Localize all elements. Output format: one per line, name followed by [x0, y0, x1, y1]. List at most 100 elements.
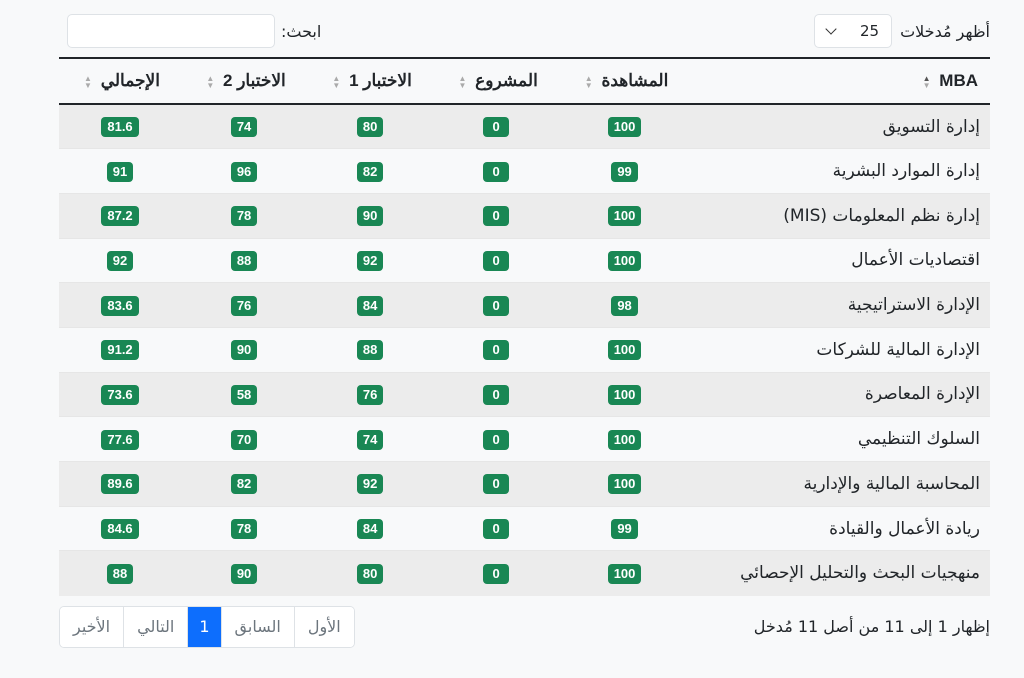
course-name: السلوك التنظيمي: [690, 416, 990, 462]
column-header-test1[interactable]: الاختبار 1 ▲ ▼: [307, 57, 434, 105]
table-body: إدارة التسويق 100 0 80 74 81.6 إدارة الم…: [59, 103, 990, 596]
first-page-button[interactable]: الأول: [294, 607, 354, 647]
test1-badge: 82: [356, 161, 384, 182]
total-badge: 89.6: [101, 474, 139, 495]
watch-badge: 100: [607, 474, 642, 495]
test1-badge: 80: [356, 117, 384, 138]
course-name: الإدارة الاستراتيجية: [690, 282, 990, 328]
test2-badge: 78: [230, 519, 258, 540]
project-badge: 0: [483, 117, 510, 138]
current-page-button[interactable]: 1: [188, 607, 222, 647]
test2-badge: 78: [230, 206, 258, 227]
column-header-label: الاختبار 1: [349, 71, 412, 90]
column-header-label: المشروع: [475, 71, 538, 90]
table-header-row: MBA ▲ ▼ المشاهدة ▲ ▼ المشروع ▲ ▼ الاختبار 1…: [59, 57, 990, 105]
project-badge: 0: [483, 295, 510, 316]
project-badge: 0: [483, 474, 510, 495]
table-row: الإدارة الاستراتيجية 98 0 84 76 83.6: [59, 282, 990, 328]
total-badge: 81.6: [101, 117, 139, 138]
pagination: الأخير التالي 1 السابق الأول: [59, 606, 355, 648]
search-control: ابحث:: [67, 13, 321, 49]
project-badge: 0: [483, 519, 510, 540]
course-name: إدارة نظم المعلومات (MIS): [690, 192, 990, 239]
previous-page-button[interactable]: السابق: [221, 607, 295, 647]
sort-icon: ▲ ▼: [206, 73, 215, 90]
total-badge: 91: [106, 161, 134, 182]
search-input[interactable]: [67, 14, 275, 48]
watch-badge: 100: [607, 563, 642, 584]
table-row: إدارة نظم المعلومات (MIS) 100 0 90 78 87…: [59, 192, 990, 239]
entries-length-label: أظهر مُدخلات: [900, 21, 990, 41]
watch-badge: 100: [607, 117, 642, 138]
project-badge: 0: [483, 340, 510, 361]
column-header-label: الإجمالي: [100, 71, 160, 90]
entries-length-control: أظهر مُدخلات 25: [814, 13, 990, 49]
column-header-watch[interactable]: المشاهدة ▲ ▼: [559, 57, 690, 105]
table-row: ريادة الأعمال والقيادة 99 0 84 78 84.6: [59, 505, 990, 551]
table-info: إظهار 1 إلى 11 من أصل 11 مُدخل: [753, 617, 990, 636]
project-badge: 0: [483, 206, 510, 227]
table-row: المحاسبة المالية والإدارية 100 0 92 82 8…: [59, 461, 990, 507]
table-row: اقتصاديات الأعمال 100 0 92 88 92: [59, 237, 990, 283]
table-row: السلوك التنظيمي 100 0 74 70 77.6: [59, 416, 990, 462]
course-name: الإدارة المعاصرة: [690, 371, 990, 417]
course-name: الإدارة المالية للشركات: [690, 326, 990, 373]
grades-table: MBA ▲ ▼ المشاهدة ▲ ▼ المشروع ▲ ▼ الاختبار 1…: [59, 57, 990, 596]
sort-icon: ▲ ▼: [458, 73, 467, 90]
watch-badge: 100: [607, 340, 642, 361]
sort-icon: ▲ ▼: [84, 73, 92, 90]
test1-badge: 92: [356, 474, 384, 495]
sort-icon: ▲ ▼: [584, 73, 593, 90]
test2-badge: 90: [230, 340, 258, 361]
sort-icon: ▲ ▼: [922, 73, 931, 90]
total-badge: 87.2: [101, 206, 139, 227]
test2-badge: 88: [230, 250, 258, 271]
course-name: إدارة التسويق: [690, 103, 990, 149]
total-badge: 84.6: [101, 519, 139, 540]
test1-badge: 84: [356, 519, 384, 540]
project-badge: 0: [483, 563, 510, 584]
table-controls: أظهر مُدخلات 25 ابحث:: [59, 13, 990, 49]
test2-badge: 58: [230, 384, 258, 405]
column-header-label: MBA: [939, 71, 978, 90]
total-badge: 77.6: [101, 429, 139, 450]
watch-badge: 100: [607, 429, 642, 450]
watch-badge: 100: [607, 250, 642, 271]
course-name: منهجيات البحث والتحليل الإحصائي: [690, 550, 990, 596]
course-name: المحاسبة المالية والإدارية: [690, 461, 990, 507]
project-badge: 0: [483, 429, 510, 450]
next-page-button[interactable]: التالي: [124, 607, 189, 647]
search-label: ابحث:: [281, 21, 322, 41]
test1-badge: 74: [356, 429, 384, 450]
column-header-course[interactable]: MBA ▲ ▼: [690, 57, 990, 105]
chevron-down-icon: [825, 23, 837, 35]
watch-badge: 99: [611, 161, 638, 182]
course-name: إدارة الموارد البشرية: [690, 148, 990, 194]
table-row: منهجيات البحث والتحليل الإحصائي 100 0 80…: [59, 550, 990, 596]
column-header-project[interactable]: المشروع ▲ ▼: [433, 57, 560, 105]
test2-badge: 82: [230, 474, 258, 495]
column-header-total[interactable]: الإجمالي ▲ ▼: [59, 57, 182, 105]
table-row: إدارة التسويق 100 0 80 74 81.6: [59, 103, 990, 149]
watch-badge: 99: [611, 519, 638, 540]
project-badge: 0: [483, 161, 510, 182]
test2-badge: 76: [230, 295, 258, 316]
datatable-wrapper: أظهر مُدخلات 25 ابحث: MBA ▲ ▼ المشاهدة ▲ ▼: [59, 0, 990, 678]
last-page-button[interactable]: الأخير: [60, 607, 125, 647]
table-footer: إظهار 1 إلى 11 من أصل 11 مُدخل الأخير ال…: [59, 606, 990, 648]
project-badge: 0: [483, 250, 510, 271]
total-badge: 73.6: [101, 384, 139, 405]
table-row: الإدارة المالية للشركات 100 0 88 90 91.2: [59, 326, 990, 373]
table-row: الإدارة المعاصرة 100 0 76 58 73.6: [59, 371, 990, 417]
project-badge: 0: [483, 384, 510, 405]
test1-badge: 80: [356, 563, 384, 584]
total-badge: 92: [106, 250, 134, 271]
test1-badge: 76: [356, 384, 384, 405]
course-name: ريادة الأعمال والقيادة: [690, 505, 990, 551]
column-header-test2[interactable]: الاختبار 2 ▲ ▼: [181, 57, 308, 105]
table-row: إدارة الموارد البشرية 99 0 82 96 91: [59, 148, 990, 194]
test1-badge: 90: [356, 206, 384, 227]
test2-badge: 74: [230, 117, 258, 138]
sort-icon: ▲ ▼: [332, 73, 341, 90]
entries-length-select[interactable]: 25: [814, 14, 893, 48]
